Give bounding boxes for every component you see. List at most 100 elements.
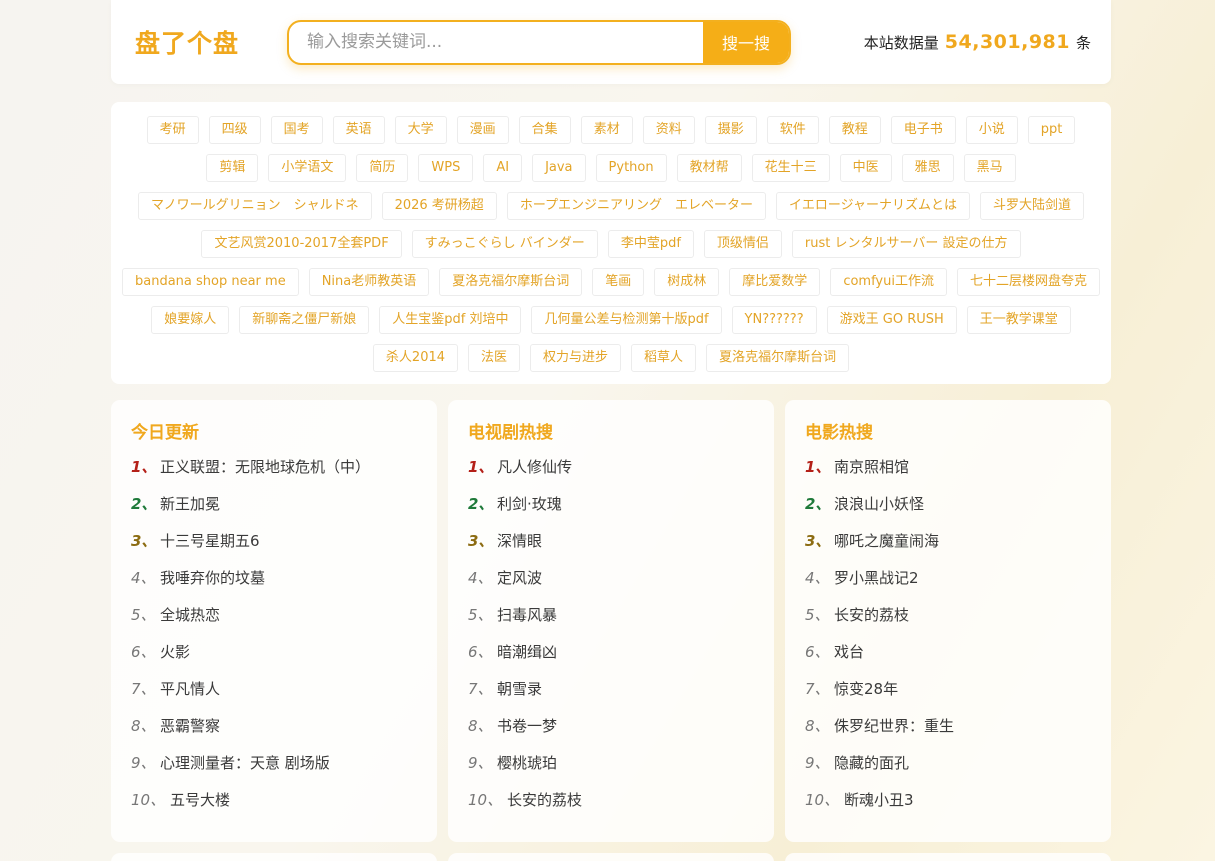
hot-tag[interactable]: 雅思 (901, 154, 954, 182)
hot-tag[interactable]: 笔画 (592, 268, 645, 296)
hot-tag[interactable]: 法医 (468, 344, 521, 372)
hot-tag[interactable]: 剪辑 (206, 154, 259, 182)
hot-tag[interactable]: 四级 (208, 116, 261, 144)
ranking-item[interactable]: 3、 哪吒之魔童闹海 (805, 522, 1091, 559)
hot-tag[interactable]: 几何量公差与检测第十版pdf (531, 306, 722, 334)
ranking-item[interactable]: 8、 书卷一梦 (468, 707, 754, 744)
ranking-item[interactable]: 1、 南京照相馆 (805, 448, 1091, 485)
ranking-item-title: 恶霸警察 (160, 717, 221, 735)
ranking-item[interactable]: 9、 樱桃琥珀 (468, 744, 754, 781)
hot-tag[interactable]: 斗罗大陆剑道 (980, 192, 1085, 220)
ranking-item[interactable]: 5、 扫毒风暴 (468, 596, 754, 633)
hot-tag[interactable]: 花生十三 (751, 154, 830, 182)
hot-tag[interactable]: 权力与进步 (530, 344, 622, 372)
hot-tag[interactable]: 考研 (146, 116, 199, 144)
hot-tag[interactable]: 简历 (356, 154, 409, 182)
hot-tag[interactable]: 漫画 (456, 116, 509, 144)
ranking-item[interactable]: 4、 我唾弃你的坟墓 (131, 559, 417, 596)
hot-tag[interactable]: WPS (418, 154, 474, 182)
ranking-item-title: 十三号星期五6 (160, 532, 260, 550)
search-button[interactable]: 搜一搜 (703, 21, 789, 63)
hot-tag[interactable]: マノワールグリニョン シャルドネ (137, 192, 372, 220)
ranking-item[interactable]: 10、 长安的荔枝 (468, 781, 754, 818)
ranking-item[interactable]: 2、 浪浪山小妖怪 (805, 485, 1091, 522)
ranking-item[interactable]: 6、 火影 (131, 633, 417, 670)
ranking-item-title: 断魂小丑3 (844, 791, 914, 809)
hot-tag[interactable]: 2026 考研杨超 (381, 192, 497, 220)
hot-tag[interactable]: 夏洛克福尔摩斯台词 (706, 344, 850, 372)
ranking-item[interactable]: 8、 恶霸警察 (131, 707, 417, 744)
search-input[interactable] (289, 21, 703, 63)
site-logo[interactable]: 盘了个盘 (135, 24, 287, 60)
ranking-item[interactable]: 1、 正义联盟：无限地球危机（中） (131, 448, 417, 485)
ranking-item[interactable]: 6、 戏台 (805, 633, 1091, 670)
hot-tag[interactable]: 教材帮 (676, 154, 742, 182)
ranking-item[interactable]: 4、 罗小黑战记2 (805, 559, 1091, 596)
hot-tag[interactable]: 资料 (642, 116, 695, 144)
hot-tag[interactable]: 稻草人 (631, 344, 697, 372)
hot-tag[interactable]: 小学语文 (268, 154, 347, 182)
hot-tag[interactable]: 新聊斋之僵尸新娘 (239, 306, 370, 334)
hot-tag[interactable]: イエロージャーナリズムとは (776, 192, 971, 220)
hot-tag[interactable]: 树成林 (654, 268, 720, 296)
hot-tag[interactable]: 黑马 (963, 154, 1016, 182)
ranking-item[interactable]: 7、 朝雪录 (468, 670, 754, 707)
hot-tag[interactable]: 大学 (394, 116, 447, 144)
hot-tag[interactable]: 教程 (828, 116, 881, 144)
ranking-item[interactable]: 9、 隐藏的面孔 (805, 744, 1091, 781)
hot-tag[interactable]: 小说 (965, 116, 1018, 144)
hot-tag[interactable]: Nina老师教英语 (308, 268, 430, 296)
ranking-item[interactable]: 5、 全城热恋 (131, 596, 417, 633)
hot-tag[interactable]: 摄影 (704, 116, 757, 144)
ranking-item[interactable]: 1、 凡人修仙传 (468, 448, 754, 485)
hot-tag[interactable]: 七十二层楼网盘夸克 (956, 268, 1100, 296)
ranking-item[interactable]: 5、 长安的荔枝 (805, 596, 1091, 633)
ranking-item[interactable]: 6、 暗潮缉凶 (468, 633, 754, 670)
site-stats: 本站数据量 54,301,981 条 (864, 31, 1091, 53)
hot-tag[interactable]: bandana shop near me (121, 268, 299, 296)
hot-tag[interactable]: 杀人2014 (372, 344, 459, 372)
hot-tag[interactable]: 夏洛克福尔摩斯台词 (439, 268, 583, 296)
ranking-item[interactable]: 10、 五号大楼 (131, 781, 417, 818)
hot-tag[interactable]: 中医 (839, 154, 892, 182)
rank-number: 5、 (468, 606, 493, 624)
ranking-item-title: 暗潮缉凶 (497, 643, 558, 661)
hot-tag[interactable]: 电子书 (890, 116, 956, 144)
ranking-item[interactable]: 7、 平凡情人 (131, 670, 417, 707)
hot-tag[interactable]: AI (483, 154, 523, 182)
hot-tag[interactable]: ppt (1027, 116, 1076, 144)
hot-tag[interactable]: 娘要嫁人 (151, 306, 230, 334)
hot-tag[interactable]: YN?????? (731, 306, 817, 334)
hot-tag[interactable]: 摩比爱数学 (729, 268, 821, 296)
hot-tag[interactable]: 英语 (332, 116, 385, 144)
ranking-item[interactable]: 10、 断魂小丑3 (805, 781, 1091, 818)
ranking-item[interactable]: 8、 侏罗纪世界：重生 (805, 707, 1091, 744)
hot-tag[interactable]: 李中莹pdf (607, 230, 694, 258)
rank-number: 10、 (805, 791, 840, 809)
next-card-top (448, 853, 774, 861)
hot-tag[interactable]: Python (595, 154, 667, 182)
hot-tag[interactable]: ホープエンジニアリング エレベーター (506, 192, 767, 220)
hot-tag[interactable]: 王一教学课堂 (966, 306, 1071, 334)
hot-tag[interactable]: 软件 (766, 116, 819, 144)
ranking-item[interactable]: 9、 心理测量者：天意 剧场版 (131, 744, 417, 781)
hot-tag[interactable]: 人生宝鉴pdf 刘培中 (379, 306, 522, 334)
hot-tag[interactable]: 合集 (518, 116, 571, 144)
hot-tag[interactable]: すみっこぐらし バインダー (411, 230, 598, 258)
ranking-item[interactable]: 3、 深情眼 (468, 522, 754, 559)
rank-number: 1、 (805, 458, 831, 476)
hot-tag[interactable]: 文艺风赏2010-2017全套PDF (201, 230, 402, 258)
ranking-item[interactable]: 3、 十三号星期五6 (131, 522, 417, 559)
hot-tag[interactable]: 顶级情侣 (703, 230, 782, 258)
ranking-item[interactable]: 4、 定风波 (468, 559, 754, 596)
hot-tag[interactable]: 国考 (270, 116, 323, 144)
hot-tag[interactable]: 游戏王 GO RUSH (826, 306, 957, 334)
hot-tag[interactable]: comfyui工作流 (830, 268, 947, 296)
hot-tag[interactable]: rust レンタルサーバー 設定の仕方 (791, 230, 1021, 258)
ranking-item[interactable]: 2、 新王加冕 (131, 485, 417, 522)
hot-tag[interactable]: Java (532, 154, 586, 182)
ranking-item[interactable]: 7、 惊变28年 (805, 670, 1091, 707)
ranking-item[interactable]: 2、 利剑·玫瑰 (468, 485, 754, 522)
rank-number: 6、 (131, 643, 156, 661)
hot-tag[interactable]: 素材 (580, 116, 633, 144)
